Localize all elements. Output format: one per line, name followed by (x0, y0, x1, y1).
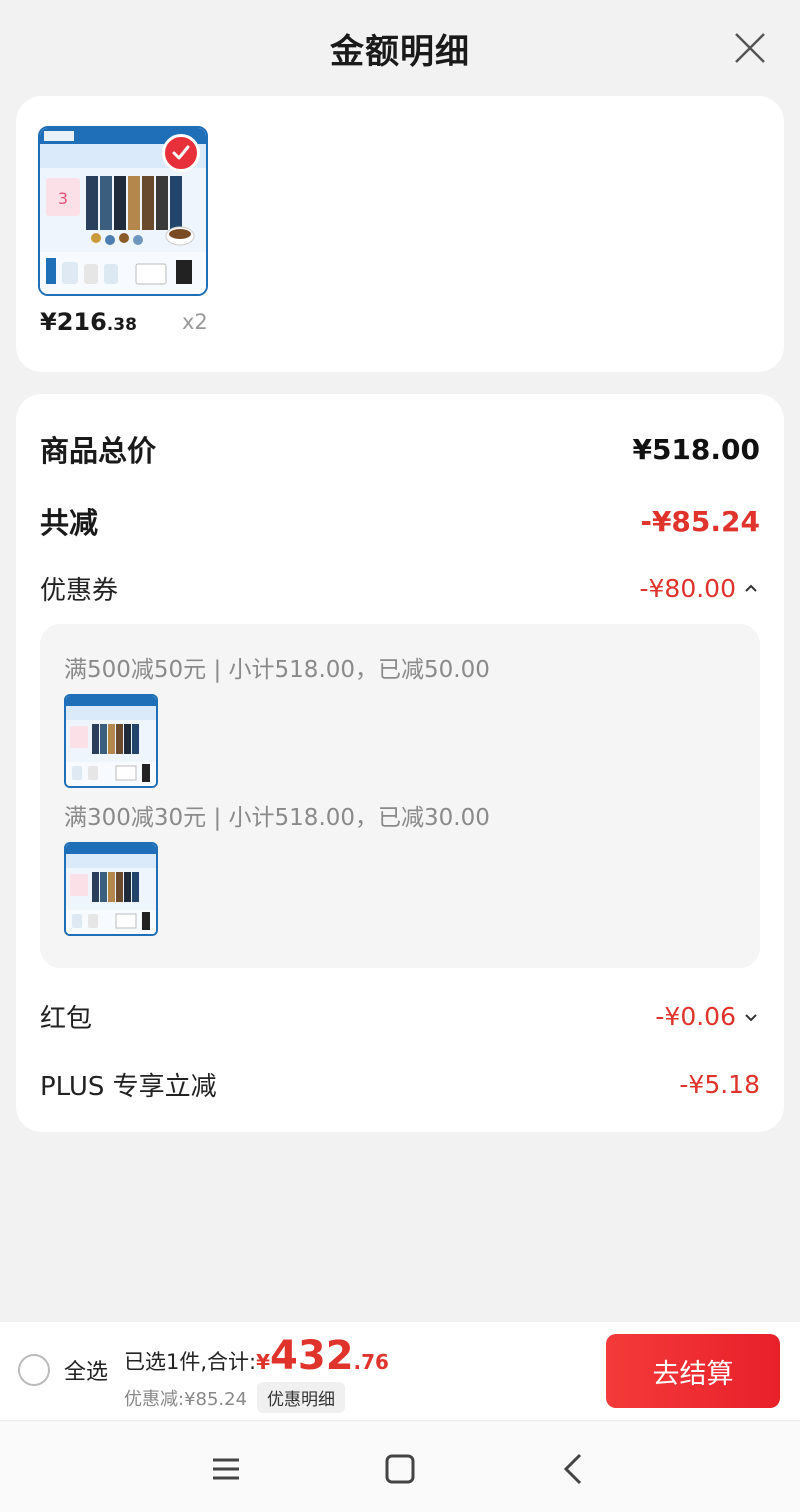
coupon-row[interactable]: 优惠券 -¥80.00 (40, 570, 760, 607)
select-all-label: 全选 (64, 1360, 109, 1385)
coupon-value: -¥80.00 (639, 574, 737, 603)
discount-summary: 优惠减:¥85.24 优惠明细 (124, 1382, 346, 1413)
system-nav-bar (0, 1420, 800, 1512)
price-detail-card: 商品总价 ¥518.00 共减 -¥85.24 优惠券 -¥80.00 满500… (16, 394, 784, 1132)
back-icon[interactable] (554, 1449, 594, 1489)
coupon-label: 优惠券 (40, 576, 119, 606)
product-quantity: x2 (182, 310, 208, 334)
plus-discount-label: PLUS 专享立减 (40, 1072, 217, 1102)
red-packet-row[interactable]: 红包 -¥0.06 (40, 998, 760, 1035)
red-packet-value: -¥0.06 (655, 1002, 736, 1031)
total-reduce-label: 共减 (40, 506, 99, 540)
total-price-row: 商品总价 ¥518.00 (40, 428, 760, 470)
chevron-down-icon[interactable] (742, 1008, 760, 1026)
total-price-label: 商品总价 (40, 434, 157, 468)
product-price: ¥216.38 (40, 308, 137, 336)
svg-text:3: 3 (58, 189, 68, 208)
red-packet-value-wrap: -¥0.06 (655, 1002, 760, 1031)
checkout-button[interactable]: 去结算 (606, 1334, 780, 1408)
total-reduce-value: -¥85.24 (640, 504, 760, 538)
total-reduce-row: 共减 -¥85.24 (40, 500, 760, 542)
coupon-product-illustration (66, 844, 156, 934)
home-icon[interactable] (380, 1449, 420, 1489)
total-amount-integer: 432 (270, 1333, 354, 1379)
coupon-product-thumb (64, 694, 158, 788)
total-summary: 已选1件,合计: ¥ 432 .76 (124, 1336, 389, 1376)
coupon-product-thumb (64, 842, 158, 936)
page-title: 金额明细 (330, 31, 470, 72)
plus-discount-value: -¥5.18 (679, 1070, 760, 1099)
menu-icon[interactable] (206, 1449, 246, 1489)
check-icon (172, 145, 190, 160)
select-all-checkbox[interactable] (18, 1354, 50, 1386)
coupon-product-illustration (66, 696, 156, 786)
coupon-line: 满500减50元 | 小计518.00，已减50.00 (64, 657, 490, 683)
product-price-decimal: .38 (106, 315, 137, 335)
header: 金额明细 (0, 0, 800, 96)
product-price-main: ¥216 (40, 308, 107, 336)
product-card: 3 ¥216.38 x2 (16, 96, 784, 372)
coupon-line: 满300减30元 | 小计518.00，已减30.00 (64, 805, 490, 831)
red-packet-label: 红包 (40, 1004, 93, 1034)
discount-detail-button[interactable]: 优惠明细 (257, 1382, 346, 1413)
total-amount-decimal: .76 (353, 1350, 389, 1374)
coupon-detail-box: 满500减50元 | 小计518.00，已减50.00 满300减30元 | 小… (40, 624, 760, 968)
discount-amount-text: 优惠减:¥85.24 (124, 1388, 248, 1410)
product-image[interactable]: 3 (38, 126, 208, 296)
total-price-value: ¥518.00 (632, 432, 760, 466)
checkout-bar: 全选 已选1件,合计: ¥ 432 .76 优惠减:¥85.24 优惠明细 去结… (0, 1322, 800, 1420)
plus-discount-row: PLUS 专享立减 -¥5.18 (40, 1066, 760, 1103)
total-currency: ¥ (256, 1350, 271, 1374)
select-all-toggle[interactable]: 全选 (18, 1354, 108, 1386)
selected-count-text: 已选1件,合计: (124, 1350, 257, 1374)
chevron-up-icon[interactable] (742, 580, 760, 598)
coupon-value-wrap: -¥80.00 (640, 574, 761, 603)
selected-check-badge (162, 134, 200, 172)
close-icon[interactable] (730, 28, 770, 68)
